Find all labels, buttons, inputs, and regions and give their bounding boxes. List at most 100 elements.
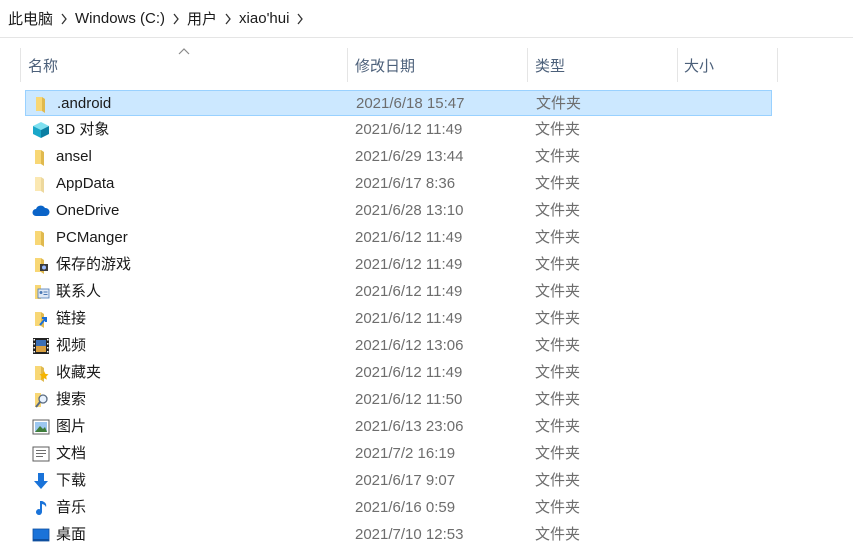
folder-icon <box>32 91 52 117</box>
file-name[interactable]: 桌面 <box>56 522 86 548</box>
file-row[interactable]: 音乐 2021/6/16 0:59 文件夹 <box>25 495 772 521</box>
file-name[interactable]: 3D 对象 <box>56 117 109 143</box>
file-modified-date: 2021/6/12 11:49 <box>355 229 463 246</box>
file-row[interactable]: AppData 2021/6/17 8:36 文件夹 <box>25 171 772 197</box>
breadcrumb-users[interactable]: 用户 <box>187 8 217 29</box>
file-row[interactable]: 视频 2021/6/12 13:06 文件夹 <box>25 333 772 359</box>
file-row[interactable]: 搜索 2021/6/12 11:50 文件夹 <box>25 387 772 413</box>
file-name[interactable]: 保存的游戏 <box>56 252 131 278</box>
videos-icon <box>31 333 51 359</box>
file-type: 文件夹 <box>535 283 581 300</box>
file-row[interactable]: OneDrive 2021/6/28 13:10 文件夹 <box>25 198 772 224</box>
file-type: 文件夹 <box>535 337 581 354</box>
file-modified-date: 2021/6/12 11:50 <box>355 391 463 408</box>
file-modified-date: 2021/6/16 0:59 <box>355 499 456 516</box>
file-row[interactable]: .android 2021/6/18 15:47 文件夹 <box>25 90 772 116</box>
file-type: 文件夹 <box>535 445 581 462</box>
onedrive-icon <box>31 198 51 224</box>
links-icon <box>31 306 51 332</box>
file-modified-date: 2021/7/10 12:53 <box>355 526 464 543</box>
column-header-date[interactable]: 修改日期 <box>355 48 527 82</box>
folder-hidden-icon <box>31 171 51 197</box>
searches-icon <box>31 387 51 413</box>
folder-icon <box>31 144 51 170</box>
file-modified-date: 2021/6/18 15:47 <box>356 95 465 112</box>
chevron-right-icon[interactable] <box>217 0 239 38</box>
file-modified-date: 2021/6/29 13:44 <box>355 148 464 165</box>
file-name[interactable]: PCManger <box>56 225 128 251</box>
desktop-icon <box>31 522 51 548</box>
file-modified-date: 2021/6/17 8:36 <box>355 175 456 192</box>
file-row[interactable]: 3D 对象 2021/6/12 11:49 文件夹 <box>25 117 772 143</box>
file-name[interactable]: 收藏夹 <box>56 360 101 386</box>
file-name[interactable]: .android <box>57 91 111 117</box>
file-row[interactable]: 桌面 2021/7/10 12:53 文件夹 <box>25 522 772 548</box>
downloads-icon <box>31 468 51 494</box>
file-modified-date: 2021/6/28 13:10 <box>355 202 464 219</box>
file-row[interactable]: 下载 2021/6/17 9:07 文件夹 <box>25 468 772 494</box>
chevron-right-icon[interactable] <box>165 0 187 38</box>
column-divider[interactable] <box>677 48 678 82</box>
file-type: 文件夹 <box>535 472 581 489</box>
column-header-type[interactable]: 类型 <box>535 48 677 82</box>
column-header-row: 名称 修改日期 类型 大小 <box>0 48 853 82</box>
file-modified-date: 2021/6/12 11:49 <box>355 256 463 273</box>
file-type: 文件夹 <box>535 526 581 543</box>
column-header-size[interactable]: 大小 <box>684 48 777 82</box>
file-row[interactable]: PCManger 2021/6/12 11:49 文件夹 <box>25 225 772 251</box>
file-name[interactable]: 联系人 <box>56 279 101 305</box>
file-type: 文件夹 <box>536 95 582 112</box>
file-type: 文件夹 <box>535 256 581 273</box>
file-row[interactable]: 保存的游戏 2021/6/12 11:49 文件夹 <box>25 252 772 278</box>
column-divider[interactable] <box>20 48 21 82</box>
column-divider[interactable] <box>347 48 348 82</box>
file-type: 文件夹 <box>535 418 581 435</box>
file-modified-date: 2021/6/17 9:07 <box>355 472 456 489</box>
file-modified-date: 2021/6/12 11:49 <box>355 121 463 138</box>
file-name[interactable]: 下载 <box>56 468 86 494</box>
file-name[interactable]: OneDrive <box>56 198 119 224</box>
file-name[interactable]: 音乐 <box>56 495 86 521</box>
breadcrumb-user-folder[interactable]: xiao'hui <box>239 10 289 27</box>
chevron-right-icon[interactable] <box>289 0 311 38</box>
column-divider[interactable] <box>777 48 778 82</box>
file-row[interactable]: 图片 2021/6/13 23:06 文件夹 <box>25 414 772 440</box>
chevron-right-icon[interactable] <box>53 0 75 38</box>
file-type: 文件夹 <box>535 229 581 246</box>
file-type: 文件夹 <box>535 148 581 165</box>
file-type: 文件夹 <box>535 310 581 327</box>
file-modified-date: 2021/6/12 11:49 <box>355 283 463 300</box>
column-divider[interactable] <box>527 48 528 82</box>
file-type: 文件夹 <box>535 121 581 138</box>
favorites-icon <box>31 360 51 386</box>
file-modified-date: 2021/6/12 11:49 <box>355 310 463 327</box>
pictures-icon <box>31 414 51 440</box>
file-modified-date: 2021/6/13 23:06 <box>355 418 464 435</box>
file-type: 文件夹 <box>535 364 581 381</box>
file-row[interactable]: 文档 2021/7/2 16:19 文件夹 <box>25 441 772 467</box>
saved-games-icon <box>31 252 51 278</box>
file-modified-date: 2021/7/2 16:19 <box>355 445 456 462</box>
breadcrumb-drive[interactable]: Windows (C:) <box>75 10 165 27</box>
file-modified-date: 2021/6/12 11:49 <box>355 364 463 381</box>
file-name[interactable]: 视频 <box>56 333 86 359</box>
file-row[interactable]: 链接 2021/6/12 11:49 文件夹 <box>25 306 772 332</box>
file-name[interactable]: ansel <box>56 144 92 170</box>
music-icon <box>31 495 51 521</box>
file-row[interactable]: 收藏夹 2021/6/12 11:49 文件夹 <box>25 360 772 386</box>
file-name[interactable]: 搜索 <box>56 387 86 413</box>
contacts-icon <box>31 279 51 305</box>
file-name[interactable]: 文档 <box>56 441 86 467</box>
breadcrumb-this-pc[interactable]: 此电脑 <box>8 8 53 29</box>
column-header-name[interactable]: 名称 <box>28 48 346 82</box>
file-type: 文件夹 <box>535 202 581 219</box>
file-name[interactable]: 链接 <box>56 306 86 332</box>
3d-objects-icon <box>31 117 51 143</box>
file-type: 文件夹 <box>535 391 581 408</box>
file-row[interactable]: 联系人 2021/6/12 11:49 文件夹 <box>25 279 772 305</box>
address-bar[interactable]: 此电脑 Windows (C:) 用户 xiao'hui <box>0 0 853 38</box>
file-name[interactable]: AppData <box>56 171 114 197</box>
file-type: 文件夹 <box>535 175 581 192</box>
file-name[interactable]: 图片 <box>56 414 86 440</box>
file-row[interactable]: ansel 2021/6/29 13:44 文件夹 <box>25 144 772 170</box>
